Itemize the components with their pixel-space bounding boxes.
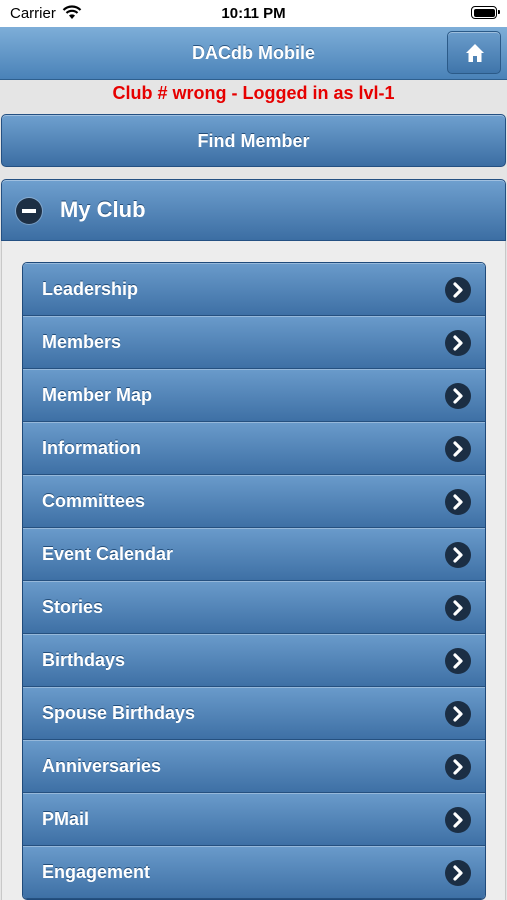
chevron-right-icon [445, 807, 471, 833]
chevron-right-icon [445, 754, 471, 780]
menu-item-label: Engagement [42, 862, 151, 882]
my-club-label: My Club [60, 197, 146, 222]
battery-icon [471, 6, 500, 19]
find-member-button[interactable]: Find Member [1, 114, 506, 167]
chevron-right-icon [445, 489, 471, 515]
menu-item-label: Spouse Birthdays [42, 703, 196, 723]
chevron-right-icon [445, 383, 471, 409]
my-club-header[interactable]: My Club [1, 179, 506, 241]
menu-item-committees[interactable]: Committees [23, 475, 485, 528]
chevron-right-icon [445, 595, 471, 621]
menu-item-label: Information [42, 438, 141, 458]
find-member-label: Find Member [197, 131, 310, 151]
menu-item-event-calendar[interactable]: Event Calendar [23, 528, 485, 581]
menu-item-label: Birthdays [42, 650, 126, 670]
collapse-icon [16, 198, 42, 224]
menu-item-label: Event Calendar [42, 544, 174, 564]
app-title: DACdb Mobile [192, 43, 315, 63]
menu-item-information[interactable]: Information [23, 422, 485, 475]
menu-item-label: PMail [42, 809, 90, 829]
chevron-right-icon [445, 542, 471, 568]
home-button[interactable] [447, 31, 501, 74]
menu-item-member-map[interactable]: Member Map [23, 369, 485, 422]
menu-item-spouse-birthdays[interactable]: Spouse Birthdays [23, 687, 485, 740]
menu-item-label: Members [42, 332, 122, 352]
menu-item-leadership[interactable]: Leadership [23, 263, 485, 316]
menu-item-label: Committees [42, 491, 146, 511]
menu-item-label: Stories [42, 597, 104, 617]
login-warning: Club # wrong - Logged in as lvl-1 [112, 83, 395, 103]
chevron-right-icon [445, 648, 471, 674]
app-header: DACdb Mobile [0, 27, 507, 80]
chevron-right-icon [445, 860, 471, 886]
menu-item-birthdays[interactable]: Birthdays [23, 634, 485, 687]
menu-item-stories[interactable]: Stories [23, 581, 485, 634]
menu-item-label: Leadership [42, 279, 139, 299]
menu-item-anniversaries[interactable]: Anniversaries [23, 740, 485, 793]
chevron-right-icon [445, 277, 471, 303]
menu-item-pmail[interactable]: PMail [23, 793, 485, 846]
chevron-right-icon [445, 330, 471, 356]
menu-item-members[interactable]: Members [23, 316, 485, 369]
home-icon [466, 44, 484, 62]
chevron-right-icon [445, 436, 471, 462]
status-bar: Carrier 10:11 PM [0, 0, 507, 27]
chevron-right-icon [445, 701, 471, 727]
my-club-menu: Leadership Members Member Map Informatio… [22, 262, 486, 900]
menu-item-engagement[interactable]: Engagement [23, 846, 485, 899]
menu-item-label: Member Map [42, 385, 153, 405]
menu-item-label: Anniversaries [42, 756, 162, 776]
status-time: 10:11 PM [221, 5, 286, 22]
